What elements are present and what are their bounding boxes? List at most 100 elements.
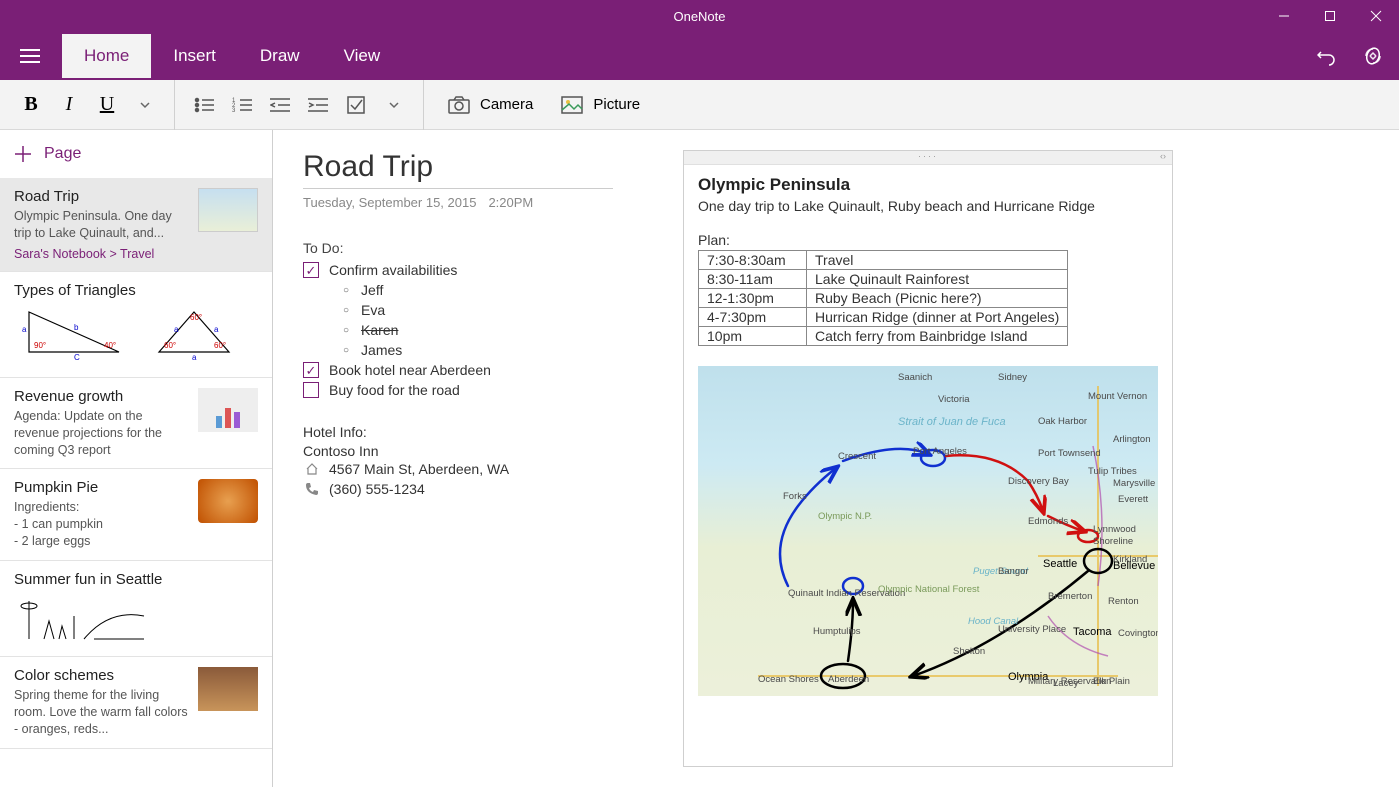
indent-button[interactable] xyxy=(299,85,337,125)
page-thumb-room xyxy=(198,667,258,711)
maximize-button[interactable] xyxy=(1307,0,1353,32)
page-sidebar: Page Road Trip Olympic Peninsula. One da… xyxy=(0,130,273,787)
numbered-list-button[interactable]: 123 xyxy=(223,85,261,125)
svg-text:60°: 60° xyxy=(214,341,226,350)
checkbox-icon[interactable] xyxy=(303,262,319,278)
camera-icon xyxy=(448,96,470,114)
todo-item[interactable]: Confirm availabilities xyxy=(303,260,683,280)
note-canvas[interactable]: Road Trip Tuesday, September 15, 20152:2… xyxy=(273,130,1399,787)
ribbon: B I U 123 Camera Picture xyxy=(0,80,1399,130)
hotel-address: 4567 Main St, Aberdeen, WA xyxy=(305,459,683,479)
page-item-title: Color schemes xyxy=(14,667,188,684)
svg-text:a: a xyxy=(192,353,197,362)
home-icon xyxy=(305,462,319,476)
underline-button[interactable]: U xyxy=(88,85,126,125)
table-row: 8:30-11amLake Quinault Rainforest xyxy=(699,270,1068,289)
page-item-title: Revenue growth xyxy=(14,388,188,405)
plan-label: Plan: xyxy=(698,232,1158,248)
picture-button[interactable]: Picture xyxy=(547,85,654,125)
todo-sub-item[interactable]: Jeff xyxy=(343,280,683,300)
todo-sub-item[interactable]: Karen xyxy=(343,320,683,340)
page-item-title: Road Trip xyxy=(14,188,188,205)
page-thumb-pie xyxy=(198,479,258,523)
checkbox-tag-button[interactable] xyxy=(337,85,375,125)
sync-icon[interactable] xyxy=(1359,42,1387,70)
bullet-list-button[interactable] xyxy=(185,85,223,125)
camera-button[interactable]: Camera xyxy=(434,85,547,125)
page-item-pumpkin[interactable]: Pumpkin Pie Ingredients: - 1 can pumpkin… xyxy=(0,469,272,561)
camera-label: Camera xyxy=(480,96,533,113)
picture-label: Picture xyxy=(593,96,640,113)
map-image: Saanich Victoria Sidney Strait of Juan d… xyxy=(698,366,1158,696)
svg-text:40°: 40° xyxy=(104,341,116,350)
minimize-button[interactable] xyxy=(1261,0,1307,32)
add-page-label: Page xyxy=(44,145,81,163)
page-item-snippet: Spring theme for the living room. Love t… xyxy=(14,687,188,738)
font-dropdown[interactable] xyxy=(126,85,164,125)
hotel-name: Contoso Inn xyxy=(303,443,683,459)
bold-button[interactable]: B xyxy=(12,85,50,125)
svg-text:60°: 60° xyxy=(164,341,176,350)
todo-item[interactable]: Buy food for the road xyxy=(303,380,683,400)
page-item-snippet: Agenda: Update on the revenue projection… xyxy=(14,408,188,459)
tab-draw[interactable]: Draw xyxy=(238,34,322,78)
add-page-button[interactable]: Page xyxy=(0,130,272,178)
svg-text:a: a xyxy=(214,325,219,334)
plan-table[interactable]: 7:30-8:30amTravel 8:30-11amLake Quinault… xyxy=(698,250,1068,346)
page-thumb-chart xyxy=(198,388,258,432)
outdent-button[interactable] xyxy=(261,85,299,125)
tab-insert[interactable]: Insert xyxy=(151,34,238,78)
close-button[interactable] xyxy=(1353,0,1399,32)
page-item-revenue[interactable]: Revenue growth Agenda: Update on the rev… xyxy=(0,378,272,470)
embed-title: Olympic Peninsula xyxy=(698,175,1158,195)
note-timestamp: Tuesday, September 15, 20152:20PM xyxy=(303,195,683,210)
embedded-container[interactable]: ···· ‹› Olympic Peninsula One day trip t… xyxy=(683,150,1173,767)
hotel-header: Hotel Info: xyxy=(303,424,683,440)
tab-bar: Home Insert Draw View xyxy=(0,32,1399,80)
table-row: 7:30-8:30amTravel xyxy=(699,251,1068,270)
hotel-phone: (360) 555-1234 xyxy=(305,479,683,499)
table-row: 10pmCatch ferry from Bainbridge Island xyxy=(699,327,1068,346)
embed-description: One day trip to Lake Quinault, Ruby beac… xyxy=(698,198,1158,214)
page-item-title: Pumpkin Pie xyxy=(14,479,188,496)
svg-text:a: a xyxy=(174,325,179,334)
page-item-title: Summer fun in Seattle xyxy=(14,571,258,588)
tab-view[interactable]: View xyxy=(322,34,403,78)
plus-icon xyxy=(14,145,32,163)
phone-icon xyxy=(305,482,319,496)
todo-item[interactable]: Book hotel near Aberdeen xyxy=(303,360,683,380)
page-item-road-trip[interactable]: Road Trip Olympic Peninsula. One day tri… xyxy=(0,178,272,272)
todo-header: To Do: xyxy=(303,240,683,256)
page-item-triangles[interactable]: Types of Triangles 90° 40° 60° 60° 60° Ca b xyxy=(0,272,272,378)
svg-text:C: C xyxy=(74,353,80,362)
page-item-breadcrumb: Sara's Notebook > Travel xyxy=(14,247,188,261)
svg-text:b: b xyxy=(74,323,79,332)
tab-home[interactable]: Home xyxy=(62,34,151,78)
page-item-title: Types of Triangles xyxy=(14,282,258,299)
titlebar: OneNote xyxy=(0,0,1399,32)
svg-text:a: a xyxy=(22,325,27,334)
checkbox-icon[interactable] xyxy=(303,362,319,378)
page-item-colors[interactable]: Color schemes Spring theme for the livin… xyxy=(0,657,272,749)
page-item-seattle[interactable]: Summer fun in Seattle xyxy=(0,561,272,657)
todo-sub-item[interactable]: James xyxy=(343,340,683,360)
page-item-snippet: Olympic Peninsula. One day trip to Lake … xyxy=(14,208,188,242)
triangles-sketch: 90° 40° 60° 60° 60° Ca b a a a xyxy=(14,302,254,362)
italic-button[interactable]: I xyxy=(50,85,88,125)
todo-sub-item[interactable]: Eva xyxy=(343,300,683,320)
table-row: 12-1:30pmRuby Beach (Picnic here?) xyxy=(699,289,1068,308)
container-drag-handle[interactable]: ···· ‹› xyxy=(684,151,1172,165)
picture-icon xyxy=(561,96,583,114)
seattle-sketch xyxy=(14,591,154,641)
svg-text:3: 3 xyxy=(232,108,236,113)
svg-text:60°: 60° xyxy=(190,313,202,322)
checkbox-icon[interactable] xyxy=(303,382,319,398)
menu-icon[interactable] xyxy=(10,36,50,76)
note-title[interactable]: Road Trip xyxy=(303,150,683,184)
tag-dropdown[interactable] xyxy=(375,85,413,125)
page-thumb-map xyxy=(198,188,258,232)
table-row: 4-7:30pmHurrican Ridge (dinner at Port A… xyxy=(699,308,1068,327)
undo-icon[interactable] xyxy=(1313,42,1341,70)
window-controls xyxy=(1261,0,1399,32)
svg-text:90°: 90° xyxy=(34,341,46,350)
